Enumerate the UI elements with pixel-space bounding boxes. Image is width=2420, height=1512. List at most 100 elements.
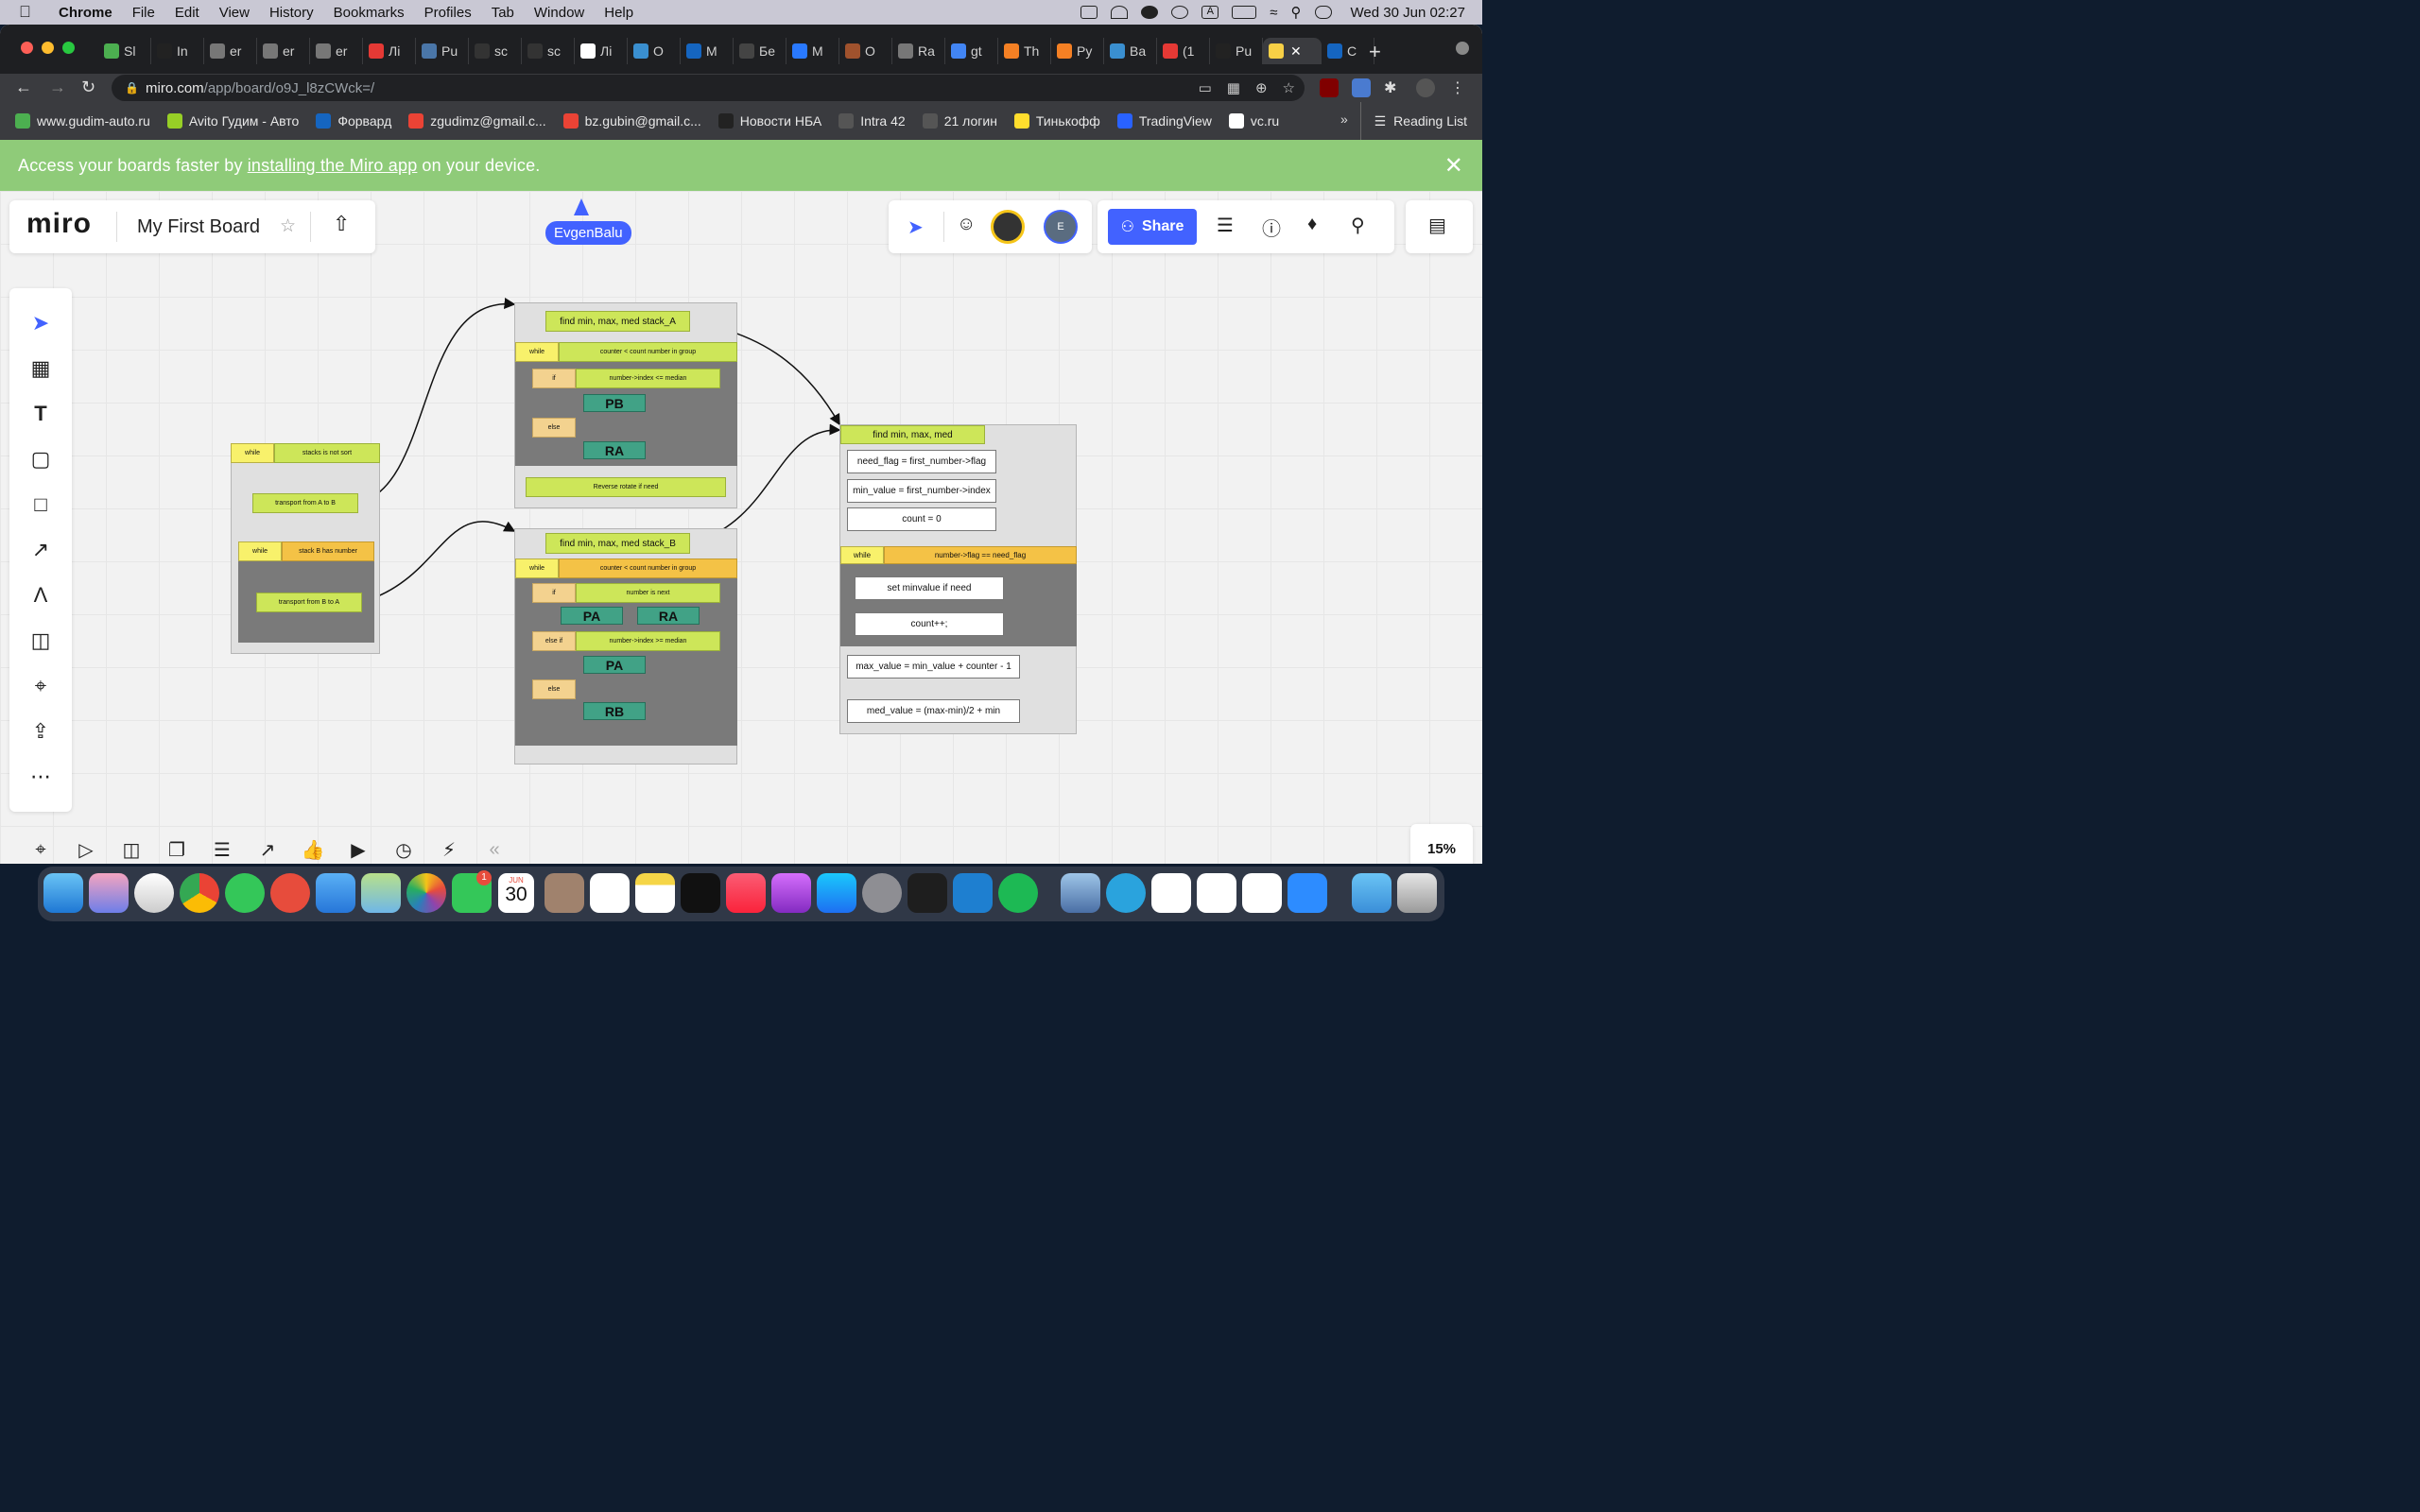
telegram-status-icon[interactable] [1141,6,1159,19]
func-title[interactable]: find min, max, med [840,425,985,444]
browser-tab[interactable]: Лі [575,38,628,64]
zoom-app-icon[interactable] [1288,873,1327,913]
func-line-count[interactable]: count = 0 [847,507,996,531]
func-while-label[interactable]: while [840,546,884,564]
zoom-magnifier-icon[interactable]: ⊕ [1255,79,1268,96]
browser-tab[interactable]: C [1322,38,1374,64]
stack-b-else-label[interactable]: else [532,679,576,699]
browser-tab[interactable]: Лі [363,38,416,64]
browser-tab[interactable]: (1 [1157,38,1210,64]
func-count-increment[interactable]: count++; [855,612,1004,636]
stack-a-if-label[interactable]: if [532,369,576,388]
cast-icon[interactable]: ▭ [1199,79,1212,96]
chrome-menu-icon[interactable]: ⋮ [1448,78,1467,97]
apple-tv-icon[interactable] [681,873,720,913]
apple-icon[interactable]:  [19,3,47,22]
browser-tab[interactable]: Ba [1104,38,1157,64]
bookmark-item[interactable]: zgudimz@gmail.c... [408,113,546,129]
downloads-folder-icon[interactable] [1352,873,1392,913]
inner-while-label[interactable]: while [238,541,282,561]
bookmark-item[interactable]: Форвард [316,113,391,129]
extensions-puzzle-icon[interactable]: ✱ [1384,78,1403,97]
mail-app-icon[interactable] [270,873,310,913]
profile-avatar-icon[interactable] [1416,78,1435,97]
browser-tab[interactable]: O [628,38,681,64]
zoom-window-button[interactable] [62,42,75,54]
app-store-icon[interactable] [817,873,856,913]
menu-file[interactable]: File [132,5,155,21]
battery-icon[interactable] [1232,6,1257,19]
stack-b-while-condition[interactable]: counter < count number in group [559,558,737,578]
chrome-icon[interactable] [180,873,219,913]
safari-icon[interactable] [134,873,174,913]
system-preferences-icon[interactable] [862,873,902,913]
input-source-icon[interactable]: A [1201,6,1219,19]
menu-history[interactable]: History [269,5,314,21]
slack-icon[interactable] [1151,873,1191,913]
spotify-icon[interactable] [998,873,1038,913]
stack-b-op-rb[interactable]: RB [583,702,646,720]
calendar-icon[interactable]: JUN 30 [498,873,534,913]
stack-a-else-label[interactable]: else [532,418,576,438]
browser-tab[interactable]: gt [945,38,998,64]
finder-icon[interactable] [43,873,83,913]
address-bar[interactable]: 🔒 miro.com/app/board/o9J_l8zCWck=/ ▭ ▦ ⊕… [112,75,1305,101]
close-tab-icon[interactable]: ✕ [1290,43,1302,60]
board-canvas[interactable]: miro My First Board ☆ ⇧ EvgenBalu ➤ ☺ E [0,191,1482,864]
bookmark-item[interactable]: Intra 42 [838,113,906,129]
browser-tab[interactable]: Sl [98,38,151,64]
bookmark-item[interactable]: Тинькофф [1013,113,1100,129]
textedit-icon[interactable] [1197,873,1236,913]
qr-code-icon[interactable]: ▦ [1227,79,1240,96]
stack-b-elseif-label[interactable]: else if [532,631,576,651]
stack-b-if-condition[interactable]: number is next [576,583,720,603]
browser-tab[interactable]: Ra [892,38,945,64]
browser-tab[interactable]: Th [998,38,1051,64]
browser-tab[interactable]: sc [469,38,522,64]
stack-a-reverse-rotate[interactable]: Reverse rotate if need [526,477,726,497]
browser-tab[interactable]: In [151,38,204,64]
menu-view[interactable]: View [219,5,250,21]
menu-app-chrome[interactable]: Chrome [59,5,112,21]
func-line-max-value[interactable]: max_value = min_value + counter - 1 [847,655,1020,679]
music-icon[interactable] [726,873,766,913]
menubar-clock[interactable]: Wed 30 Jun 02:27 [1351,5,1465,21]
browser-tab[interactable]: sc [522,38,575,64]
preview-icon[interactable] [1061,873,1100,913]
active-tab-miro[interactable]: ✕ [1263,38,1322,64]
vscode-icon[interactable] [953,873,993,913]
telegram-icon[interactable] [1106,873,1146,913]
bookmarks-overflow-icon[interactable]: » [1340,112,1348,127]
menu-window[interactable]: Window [534,5,584,21]
forward-arrow-icon[interactable]: → [49,77,66,97]
main-while-label[interactable]: while [231,443,274,463]
bookmark-item[interactable]: Avito Гудим - Авто [166,113,299,129]
minimize-window-button[interactable] [42,42,54,54]
numbers-icon[interactable] [1242,873,1282,913]
play-status-icon[interactable] [1171,6,1189,19]
menu-help[interactable]: Help [604,5,633,21]
menu-edit[interactable]: Edit [175,5,199,21]
stack-a-if-condition[interactable]: number->index <= median [576,369,720,388]
browser-tab[interactable]: Py [1051,38,1104,64]
func-while-condition[interactable]: number->flag == need_flag [884,546,1077,564]
stack-b-elseif-condition[interactable]: number->index >= median [576,631,720,651]
stack-b-op-ra[interactable]: RA [637,607,700,625]
stack-b-title[interactable]: find min, max, med stack_B [545,533,690,554]
func-line-min-value[interactable]: min_value = first_number->index [847,479,996,503]
wifi-icon[interactable]: ≈ [1270,5,1277,21]
stack-a-op-ra[interactable]: RA [583,441,646,459]
bookmark-item[interactable]: bz.gubin@gmail.c... [562,113,701,129]
contacts-icon[interactable] [544,873,584,913]
browser-tab[interactable]: Pu [1210,38,1263,64]
func-set-minvalue[interactable]: set minvalue if need [855,576,1004,600]
new-tab-button[interactable]: + [1369,40,1381,64]
stack-b-if-label[interactable]: if [532,583,576,603]
status-airdrop-icon[interactable] [1111,6,1129,19]
browser-tab[interactable]: er [257,38,310,64]
menu-profiles[interactable]: Profiles [424,5,472,21]
inner-while-condition[interactable]: stack B has number [282,541,374,561]
stack-a-title[interactable]: find min, max, med stack_A [545,311,690,332]
browser-tab[interactable]: Бе [734,38,786,64]
translate-extension-icon[interactable] [1352,78,1371,97]
